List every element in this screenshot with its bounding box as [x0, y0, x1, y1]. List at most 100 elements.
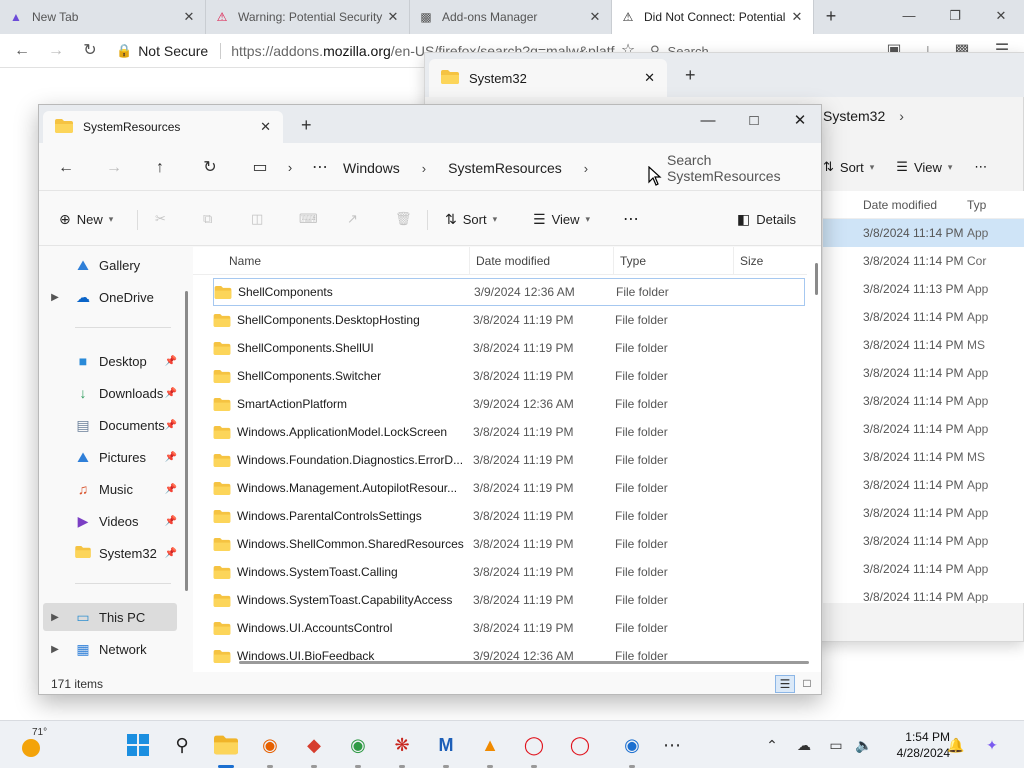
nav-item-system32[interactable]: System32 📌: [43, 539, 177, 567]
delete-icon[interactable]: 🗑: [395, 206, 412, 232]
this-pc-icon[interactable]: ▭: [247, 155, 273, 181]
file-row[interactable]: 3/8/2024 11:14 PM Cor: [823, 247, 1024, 275]
file-row[interactable]: Windows.ApplicationModel.LockScreen 3/8/2…: [213, 418, 805, 446]
column-date-modified[interactable]: Date modified: [823, 198, 967, 212]
file-row[interactable]: Windows.UI.BioFeedback 3/9/2024 12:36 AM F…: [213, 642, 805, 670]
opera-icon[interactable]: ◯: [520, 731, 548, 759]
new-tab-button[interactable]: +: [685, 65, 696, 86]
pin-icon[interactable]: 📌: [165, 420, 177, 431]
file-row[interactable]: ShellComponents.Switcher 3/8/2024 11:19 P…: [213, 362, 805, 390]
network-disconnected-icon[interactable]: ☁: [794, 735, 814, 755]
close-tab-icon[interactable]: ✕: [644, 70, 655, 86]
app-icon[interactable]: ❋: [388, 731, 416, 759]
vertical-scrollbar[interactable]: [815, 263, 818, 295]
file-row[interactable]: SmartActionPlatform 3/9/2024 12:36 AM File…: [213, 390, 805, 418]
details-pane-button[interactable]: ◧ Details: [737, 206, 796, 232]
systemresources-tab[interactable]: SystemResources ✕: [43, 111, 283, 143]
file-row[interactable]: Windows.ParentalControlsSettings 3/8/2024…: [213, 502, 805, 530]
file-row[interactable]: Windows.UI.AccountsControl 3/8/2024 11:19…: [213, 614, 805, 642]
chevron-right-icon[interactable]: ›: [899, 108, 904, 124]
column-type[interactable]: Typ: [967, 198, 986, 212]
nav-item-gallery[interactable]: ⛰ Gallery: [43, 251, 177, 279]
copy-icon[interactable]: ⧉: [203, 206, 212, 232]
insecure-lock-icon[interactable]: 🔒: [116, 43, 132, 59]
nav-item-videos[interactable]: ▶ Videos 📌: [43, 507, 177, 535]
close-tab-icon[interactable]: ✕: [260, 119, 271, 135]
file-row[interactable]: 3/8/2024 11:14 PM App: [823, 527, 1024, 555]
sort-button[interactable]: ⇅ Sort ▾: [445, 206, 497, 232]
pin-icon[interactable]: 📌: [165, 516, 177, 527]
breadcrumb-item-systemresources[interactable]: SystemResources: [448, 160, 562, 176]
file-row[interactable]: Windows.Foundation.Diagnostics.ErrorD...…: [213, 446, 805, 474]
opera-gx-icon[interactable]: ◯: [566, 731, 594, 759]
tiles-view-icon[interactable]: □: [797, 675, 817, 693]
copilot-icon[interactable]: ✦: [982, 735, 1002, 755]
back-icon[interactable]: ←: [10, 39, 34, 63]
file-row[interactable]: 3/8/2024 11:13 PM App: [823, 275, 1024, 303]
file-row[interactable]: Windows.SystemToast.CapabilityAccess 3/8/…: [213, 586, 805, 614]
file-row[interactable]: Windows.SystemToast.Calling 3/8/2024 11:1…: [213, 558, 805, 586]
breadcrumb[interactable]: System32 ›: [823, 103, 1023, 129]
nav-item-network[interactable]: ▶ ▦ Network: [43, 635, 177, 663]
chevron-up-icon[interactable]: ⌃: [762, 735, 782, 755]
nav-item-desktop[interactable]: ■ Desktop 📌: [43, 347, 177, 375]
more-options-icon[interactable]: ⋯: [623, 206, 639, 232]
close-window-icon[interactable]: ✕: [978, 0, 1024, 34]
more-options-icon[interactable]: ⋯: [974, 159, 987, 175]
view-button[interactable]: View: [914, 160, 942, 175]
column-name[interactable]: Name: [223, 247, 470, 275]
file-row[interactable]: 3/8/2024 11:14 PM App: [823, 471, 1024, 499]
file-row[interactable]: 3/8/2024 11:14 PM App: [823, 303, 1024, 331]
close-window-icon[interactable]: ✕: [777, 107, 823, 137]
nav-item-music[interactable]: ♫ Music 📌: [43, 475, 177, 503]
file-row[interactable]: 3/8/2024 11:14 PM App: [823, 387, 1024, 415]
back-icon[interactable]: ←: [53, 155, 79, 181]
chevron-right-icon[interactable]: ›: [277, 155, 303, 181]
more-apps-icon[interactable]: ⋯: [658, 731, 686, 759]
column-size[interactable]: Size: [734, 247, 807, 275]
view-button[interactable]: ☰ View ▾: [533, 206, 590, 232]
nav-item-downloads[interactable]: ↓ Downloads 📌: [43, 379, 178, 407]
close-tab-icon[interactable]: ✕: [181, 9, 197, 25]
chevron-right-icon[interactable]: ›: [422, 161, 426, 176]
close-tab-icon[interactable]: ✕: [789, 9, 805, 25]
restore-icon[interactable]: ❐: [932, 0, 978, 34]
system32-tab[interactable]: System32 ✕: [429, 59, 667, 97]
column-date-modified[interactable]: Date modified: [470, 247, 614, 275]
new-button[interactable]: ⊕ New ▾: [59, 206, 113, 232]
chevron-right-icon[interactable]: ›: [584, 161, 588, 176]
rename-icon[interactable]: ⌨: [299, 206, 318, 232]
chrome-icon[interactable]: ◉: [344, 731, 372, 759]
nav-item-pictures[interactable]: ⛰ Pictures 📌: [43, 443, 177, 471]
file-row[interactable]: 3/8/2024 11:14 PM MS: [823, 331, 1024, 359]
browser-app-icon[interactable]: ◉: [618, 731, 646, 759]
firefox-icon[interactable]: ◉: [256, 731, 284, 759]
weather-widget[interactable]: 71°: [20, 727, 50, 759]
file-row[interactable]: 3/8/2024 11:14 PM App: [823, 415, 1024, 443]
breadcrumb-item-windows[interactable]: Windows: [343, 160, 400, 176]
more-locations-icon[interactable]: ⋯: [307, 155, 333, 181]
refresh-icon[interactable]: ↻: [197, 155, 223, 181]
chevron-right-icon[interactable]: ▶: [47, 644, 63, 655]
browser-tab[interactable]: ▩ Add-ons Manager ✕: [410, 0, 612, 34]
breadcrumb-item[interactable]: System32: [823, 108, 885, 124]
nav-scrollbar[interactable]: [185, 291, 188, 591]
column-type[interactable]: Type: [614, 247, 734, 275]
maximize-icon[interactable]: □: [731, 107, 777, 137]
search-input[interactable]: Search SystemResources: [659, 152, 821, 184]
forward-icon[interactable]: →: [44, 39, 68, 63]
nav-item-onedrive[interactable]: ▶ ☁ OneDrive: [43, 283, 177, 311]
file-row[interactable]: 3/8/2024 11:14 PM App: [823, 555, 1024, 583]
pin-icon[interactable]: 📌: [165, 452, 177, 463]
pin-icon[interactable]: 📌: [165, 356, 177, 367]
file-row[interactable]: Windows.Management.AutopilotResour... 3/8…: [213, 474, 805, 502]
browser-tab-active[interactable]: ⚠ Did Not Connect: Potential Security Is…: [612, 0, 814, 34]
file-row[interactable]: 3/8/2024 11:14 PM App: [823, 583, 1024, 603]
breadcrumb[interactable]: Windows › SystemResources ›: [343, 155, 610, 181]
browser-tab[interactable]: ▲ New Tab ✕: [0, 0, 206, 34]
search-icon[interactable]: ⚲: [168, 731, 196, 759]
file-row[interactable]: 3/8/2024 11:14 PM App: [823, 499, 1024, 527]
cut-icon[interactable]: ✂: [155, 206, 166, 232]
file-row[interactable]: ShellComponents.ShellUI 3/8/2024 11:19 PM…: [213, 334, 805, 362]
vlc-icon[interactable]: ▲: [476, 731, 504, 759]
